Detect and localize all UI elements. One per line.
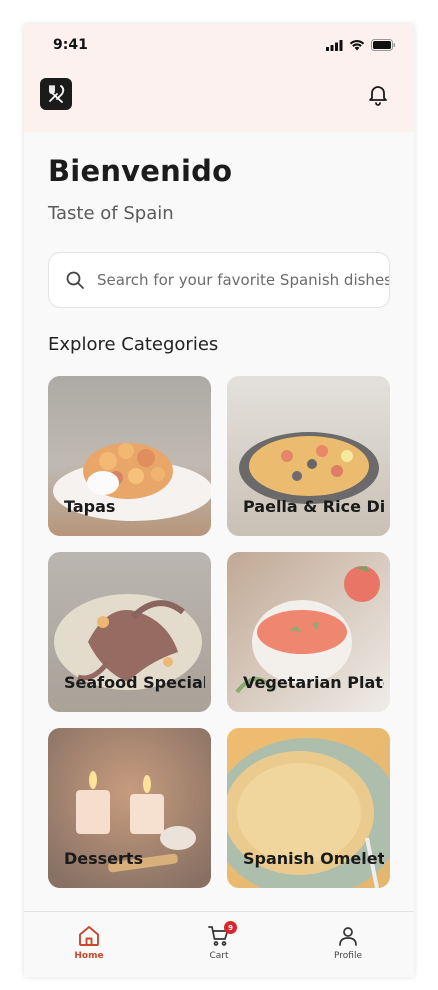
- profile-icon: [339, 927, 357, 946]
- section-title: Explore Categories: [48, 334, 219, 355]
- wifi-icon: [349, 40, 365, 51]
- search-bar[interactable]: [48, 252, 390, 308]
- status-bar: 9:41: [24, 24, 414, 68]
- category-card-paella[interactable]: Paella & Rice Dishes: [227, 376, 390, 536]
- category-card-desserts[interactable]: Desserts: [48, 728, 211, 888]
- bottom-tab-bar: Home 9 Cart Profile: [24, 911, 414, 977]
- tab-cart[interactable]: 9 Cart: [184, 921, 254, 961]
- signal-icon: [326, 39, 343, 51]
- status-icons: [326, 39, 396, 51]
- category-card-tapas[interactable]: Tapas: [48, 376, 211, 536]
- category-label: Paella & Rice Dishes: [243, 497, 384, 516]
- category-label: Seafood Specialties: [64, 673, 205, 692]
- category-card-seafood[interactable]: Seafood Specialties: [48, 552, 211, 712]
- fork-knife-icon[interactable]: [40, 78, 72, 110]
- phone-screen: 9:41 Bienvenido Taste of Spain Search fo…: [24, 24, 414, 977]
- bell-icon[interactable]: [364, 80, 392, 108]
- status-time: 9:41: [53, 37, 88, 53]
- category-label: Tapas: [64, 497, 116, 516]
- app-bar: [24, 68, 414, 132]
- tab-profile[interactable]: Profile: [313, 924, 383, 961]
- category-card-vegetarian[interactable]: Vegetarian Plates: [227, 552, 390, 712]
- category-label: Vegetarian Plates: [243, 673, 384, 692]
- category-label: Desserts: [64, 849, 144, 868]
- tab-label-cart: Cart: [209, 951, 229, 961]
- tab-label-profile: Profile: [334, 951, 362, 961]
- search-input[interactable]: [97, 253, 389, 307]
- battery-icon: [371, 39, 396, 51]
- tab-label-home: Home: [74, 951, 104, 961]
- category-label: Spanish Omelettes: [243, 849, 384, 868]
- search-icon: [66, 271, 84, 289]
- home-icon: [79, 926, 99, 946]
- tab-home[interactable]: Home: [54, 924, 124, 961]
- cart-badge: 9: [224, 921, 237, 934]
- category-card-omelette[interactable]: Spanish Omelettes: [227, 728, 390, 888]
- page-title: Bienvenido: [48, 154, 233, 188]
- page-subtitle: Taste of Spain: [48, 203, 174, 224]
